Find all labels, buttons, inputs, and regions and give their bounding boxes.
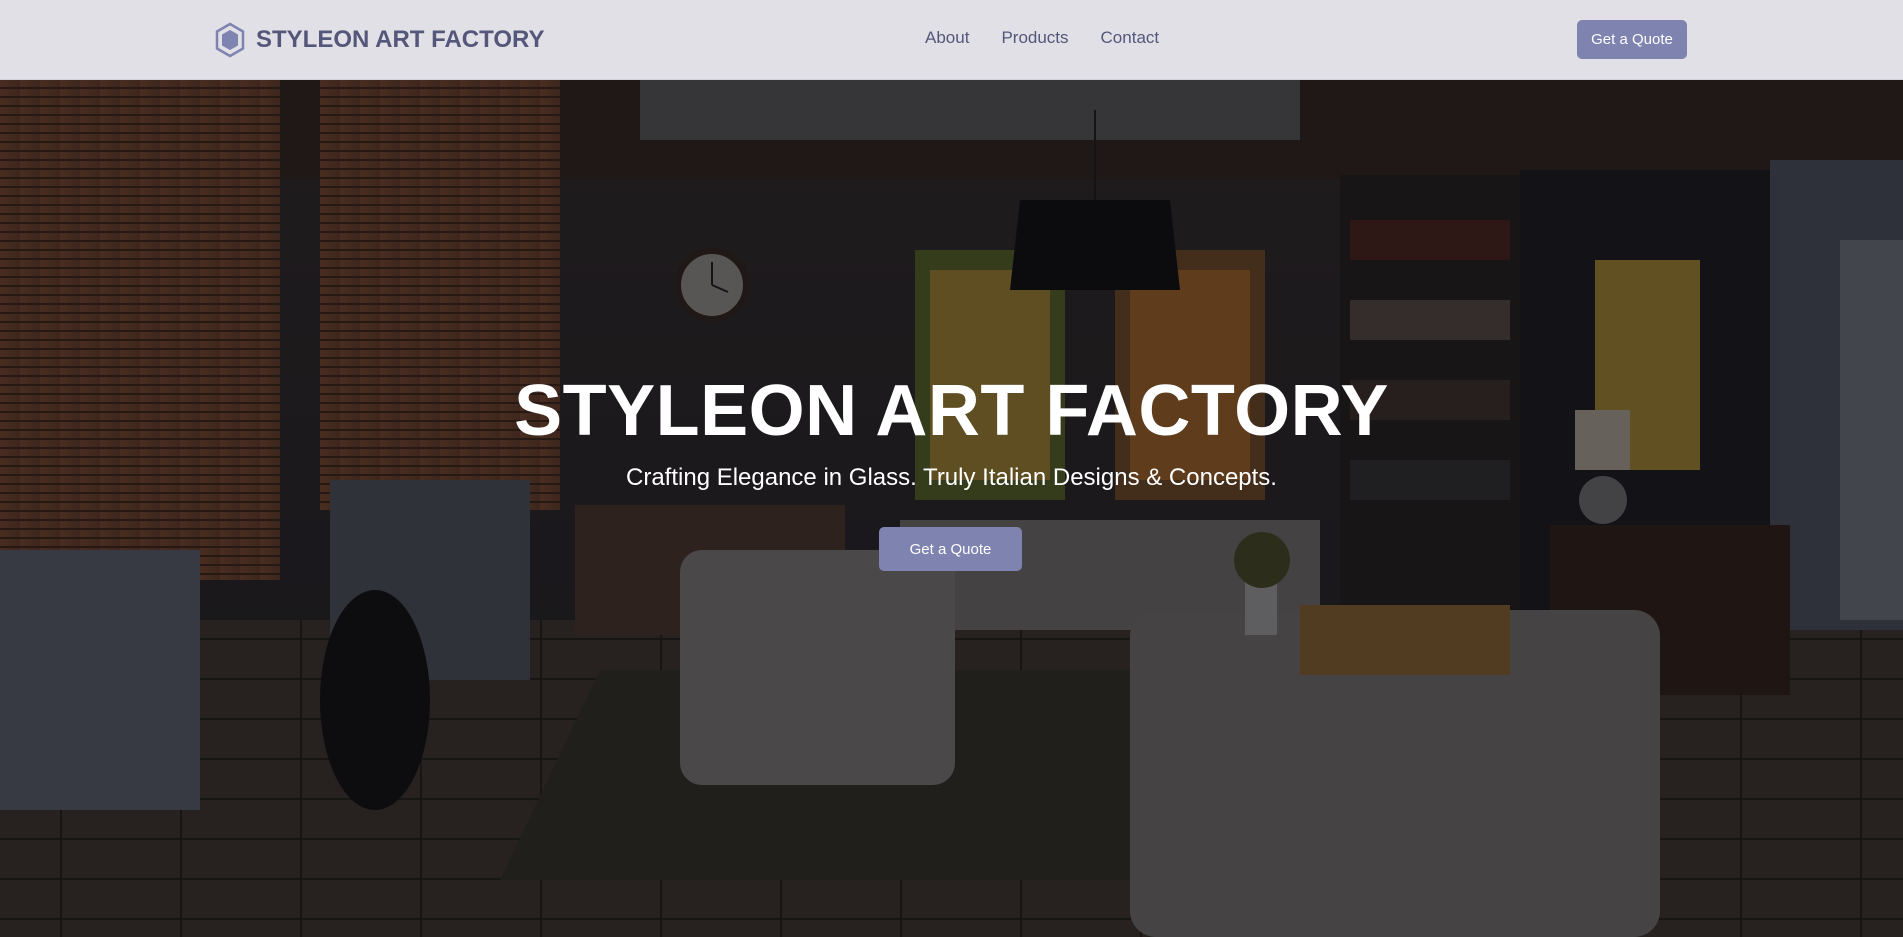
brand-name: STYLEON ART FACTORY: [256, 26, 545, 53]
hero-content: STYLEON ART FACTORY Crafting Elegance in…: [0, 80, 1903, 937]
hero-section: STYLEON ART FACTORY Crafting Elegance in…: [0, 80, 1903, 937]
nav-link-contact[interactable]: Contact: [1101, 28, 1160, 48]
nav-link-about[interactable]: About: [925, 28, 969, 48]
main-nav: About Products Contact: [925, 28, 1159, 48]
hero-title: STYLEON ART FACTORY: [514, 371, 1389, 451]
hero-subtitle: Crafting Elegance in Glass. Truly Italia…: [626, 464, 1277, 491]
top-navbar: STYLEON ART FACTORY About Products Conta…: [0, 0, 1903, 80]
brand-logo-link[interactable]: STYLEON ART FACTORY: [214, 22, 544, 58]
nav-link-products[interactable]: Products: [1001, 28, 1068, 48]
navbar-get-quote-button[interactable]: Get a Quote: [1577, 20, 1687, 59]
hero-get-quote-button[interactable]: Get a Quote: [879, 527, 1022, 571]
hexagon-logo-icon: [215, 22, 245, 58]
